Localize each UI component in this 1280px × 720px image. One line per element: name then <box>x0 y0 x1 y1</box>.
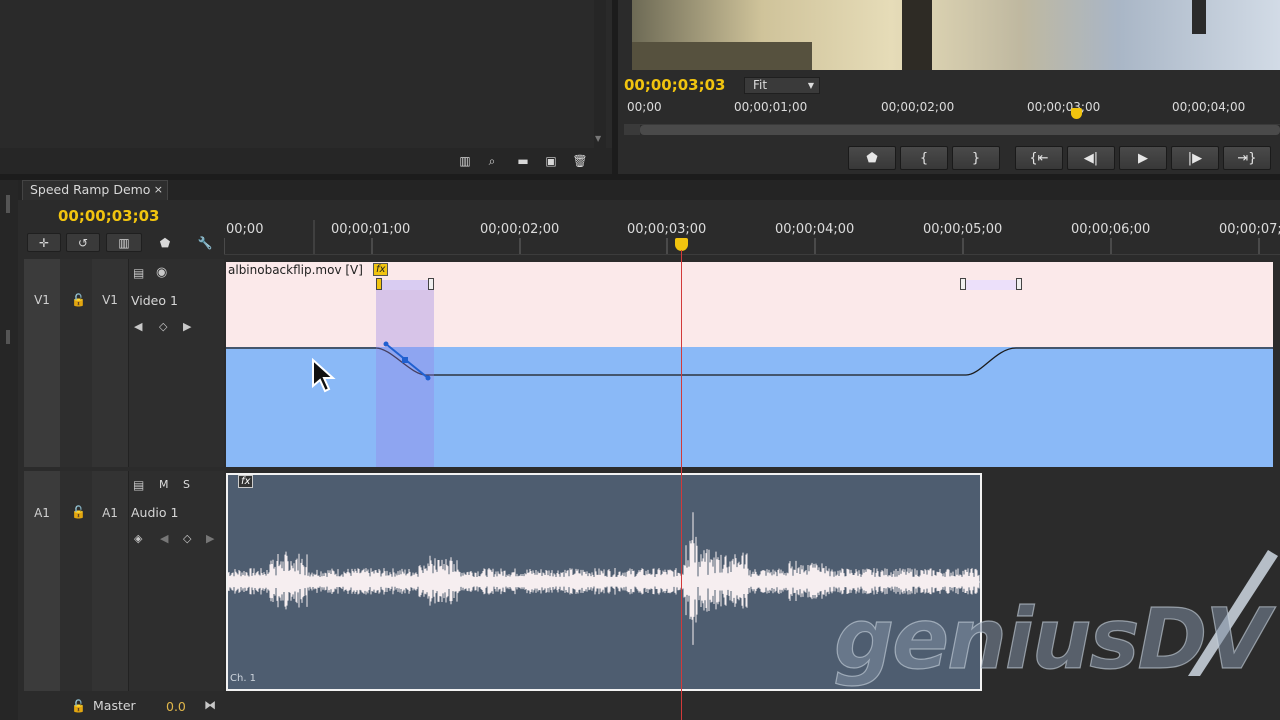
video-lock-icon[interactable]: 🔓 <box>71 293 86 307</box>
fit-dropdown[interactable]: Fit ▼ <box>744 77 820 94</box>
go-to-out-icon: ⇥} <box>1237 150 1257 166</box>
master-volume-value[interactable]: 0.0 <box>166 699 186 714</box>
program-timecode[interactable]: 00;00;03;03 <box>624 76 726 94</box>
chevron-down-icon: ▼ <box>807 81 814 90</box>
video-clip-name: albinobackflip.mov [V] <box>228 263 363 277</box>
prev-keyframe-icon[interactable]: ◀ <box>134 320 142 333</box>
close-icon[interactable]: × <box>154 181 163 199</box>
next-keyframe-icon[interactable]: ▶ <box>183 320 191 333</box>
mark-in-button[interactable]: { <box>900 146 948 170</box>
program-ruler-tick-3: 00;00;03;00 <box>1027 100 1101 114</box>
step-back-icon: ◀| <box>1083 150 1099 166</box>
speed-keyframe-marker-3[interactable] <box>960 278 966 290</box>
add-keyframe-icon[interactable]: ◇ <box>159 320 167 333</box>
master-lock-icon[interactable]: 🔓 <box>71 699 86 713</box>
video-track-name: Video 1 <box>131 293 178 308</box>
video-header-divider <box>128 259 129 467</box>
audio-sync-lock-icon[interactable]: ▤ <box>133 478 144 492</box>
audio-source-patch[interactable]: A1 <box>24 471 60 691</box>
speed-keyframe-marker-4[interactable] <box>1016 278 1022 290</box>
fx-badge-icon[interactable]: fx <box>373 263 389 276</box>
sequence-timecode[interactable]: 00;00;03;03 <box>58 207 160 225</box>
go-to-in-icon: {⇤ <box>1029 150 1049 166</box>
watermark-text: geniusDV <box>834 590 1276 688</box>
speed-keyframe-strip-2 <box>962 280 1020 290</box>
audio-add-keyframe-icon[interactable]: ◇ <box>183 532 191 545</box>
wrench-icon[interactable]: 🔧 <box>194 233 216 252</box>
mute-button[interactable]: M <box>159 478 169 491</box>
frame-dark-post-right <box>1192 0 1206 34</box>
speed-keyframe-marker-1[interactable] <box>376 278 382 290</box>
master-track-name: Master <box>93 698 136 713</box>
go-to-out-button[interactable]: ⇥} <box>1223 146 1271 170</box>
tools-strip <box>0 180 18 720</box>
play-button[interactable]: ▶ <box>1119 146 1167 170</box>
speed-keyframe-strip <box>376 280 434 290</box>
timeline-tab[interactable]: Speed Ramp Demo × <box>22 180 168 200</box>
program-ruler-tick-1: 00;00;01;00 <box>734 100 808 114</box>
eye-icon[interactable]: ◉ <box>156 265 167 280</box>
add-marker-timeline-icon[interactable]: ⬟ <box>154 233 176 252</box>
audio-prev-keyframe-icon[interactable]: ◀ <box>160 532 168 545</box>
audio-channel-label: Ch. 1 <box>230 673 257 684</box>
program-zoom-bar-left-end[interactable] <box>624 125 640 135</box>
timeline-tab-bar <box>18 180 1280 200</box>
mark-in-icon: { <box>919 150 929 166</box>
scroll-down-icon[interactable]: ▼ <box>595 134 601 143</box>
go-to-in-button[interactable]: {⇤ <box>1015 146 1063 170</box>
master-keyframe-icon[interactable]: ⧓ <box>204 698 216 712</box>
mouse-cursor-icon <box>312 358 336 393</box>
step-back-button[interactable]: ◀| <box>1067 146 1115 170</box>
step-forward-button[interactable]: |▶ <box>1171 146 1219 170</box>
mark-out-icon: } <box>971 150 981 166</box>
program-ruler-tick-2: 00;00;02;00 <box>881 100 955 114</box>
tool-marker-icon[interactable] <box>6 195 10 213</box>
program-ruler[interactable]: 00;00 00;00;01;00 00;00;02;00 00;00;03;0… <box>624 98 1280 125</box>
audio-keyframe-mode-icon[interactable]: ◈ <box>134 532 142 545</box>
bezier-handle[interactable] <box>381 340 441 390</box>
automate-to-sequence-icon[interactable]: ▥ <box>455 152 475 170</box>
program-video-frame <box>632 0 1280 70</box>
timeline-ruler[interactable]: 00;00 00;00;01;00 00;00;02;00 00;00;03;0… <box>224 220 1280 255</box>
project-panel-scrollbar[interactable] <box>594 0 606 148</box>
video-source-patch[interactable]: V1 <box>24 259 60 467</box>
audio-lock-icon[interactable]: 🔓 <box>71 505 86 519</box>
audio-track-name: Audio 1 <box>131 505 179 520</box>
video-target-toggle[interactable]: V1 <box>92 259 128 467</box>
find-icon[interactable]: ⌕ <box>482 152 502 170</box>
audio-target-toggle[interactable]: A1 <box>92 471 128 691</box>
fit-dropdown-value: Fit <box>753 78 768 92</box>
tool-marker-icon-2[interactable] <box>6 330 10 344</box>
insert-edit-button[interactable]: ▥ <box>106 233 142 252</box>
clear-trash-icon[interactable]: 🗑 <box>570 152 590 170</box>
vertical-divider[interactable] <box>612 0 618 174</box>
video-clip[interactable]: albinobackflip.mov [V] fx <box>226 262 1273 467</box>
genius-dv-watermark-logo: geniusDV <box>833 550 1278 689</box>
solo-button[interactable]: S <box>183 478 190 491</box>
new-bin-icon[interactable]: ▬ <box>513 152 533 170</box>
frame-dark-post <box>902 0 932 70</box>
snap-button[interactable]: ✛ <box>27 233 61 252</box>
program-playhead-icon[interactable] <box>1071 108 1082 119</box>
play-icon: ▶ <box>1138 150 1148 166</box>
program-ruler-tick-4: 00;00;04;00 <box>1172 100 1246 114</box>
linked-selection-button[interactable]: ↺ <box>66 233 100 252</box>
timeline-ruler-ticks <box>224 220 1260 254</box>
new-item-icon[interactable]: ▣ <box>541 152 561 170</box>
mark-out-button[interactable]: } <box>952 146 1000 170</box>
audio-next-keyframe-icon[interactable]: ▶ <box>206 532 214 545</box>
program-zoom-bar[interactable] <box>640 125 1280 135</box>
step-forward-icon: |▶ <box>1187 150 1203 166</box>
playhead-line[interactable] <box>681 250 682 720</box>
toggle-sync-lock-icon[interactable]: ▤ <box>133 266 144 280</box>
speed-keyframe-marker-2[interactable] <box>428 278 434 290</box>
timeline-tab-label: Speed Ramp Demo <box>30 182 151 197</box>
add-marker-button[interactable]: ⬟ <box>848 146 896 170</box>
marker-icon: ⬟ <box>866 150 878 166</box>
audio-header-divider <box>128 471 129 691</box>
program-ruler-tick-0: 00;00 <box>627 100 662 114</box>
frame-ground <box>632 42 812 70</box>
audio-fx-badge-icon[interactable]: fx <box>238 475 254 488</box>
